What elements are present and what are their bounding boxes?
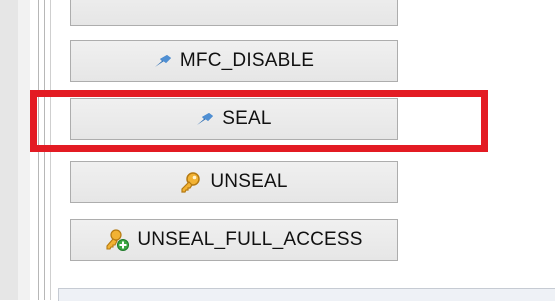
unseal-button[interactable]: UNSEAL	[70, 161, 398, 203]
button-label: UNSEAL	[210, 171, 288, 192]
unseal-full-access-button[interactable]: UNSEAL_FULL_ACCESS	[70, 219, 398, 261]
button-label: MFC_DISABLE	[179, 50, 315, 71]
key-icon	[180, 171, 202, 193]
mfc-disable-button[interactable]: MFC_DISABLE	[70, 40, 398, 82]
left-panel	[0, 0, 19, 300]
button-label: UNSEAL_FULL_ACCESS	[137, 229, 363, 250]
panel-splitter[interactable]	[18, 0, 30, 300]
red-highlight-box	[30, 90, 488, 152]
bottom-panel-edge	[58, 288, 555, 301]
partially-visible-button[interactable]	[70, 0, 398, 26]
user-add-icon	[105, 229, 130, 251]
pin-icon	[154, 54, 172, 68]
